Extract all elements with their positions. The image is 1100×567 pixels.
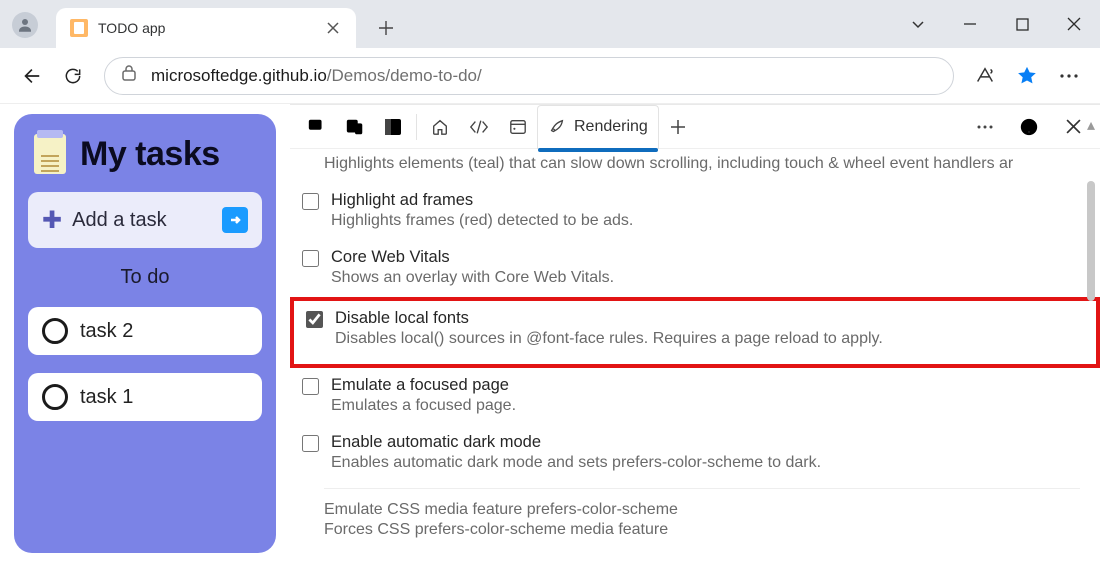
checkbox[interactable]	[302, 250, 319, 267]
option-highlight-ad-frames: Highlight ad frames Highlights frames (r…	[290, 183, 1100, 240]
tab-welcome[interactable]	[421, 105, 459, 149]
notepad-icon	[34, 134, 66, 174]
highlighted-option-box: Disable local fonts Disables local() sou…	[290, 297, 1100, 368]
option-desc: Shows an overlay with Core Web Vitals.	[331, 269, 614, 287]
address-text: microsoftedge.github.io/Demos/demo-to-do…	[151, 66, 482, 86]
favorite-star-icon[interactable]	[1008, 57, 1046, 95]
option-label: Emulate a focused page	[331, 376, 516, 395]
option-label: Highlight ad frames	[331, 191, 633, 210]
site-lock-icon[interactable]	[121, 64, 137, 87]
browser-toolbar: microsoftedge.github.io/Demos/demo-to-do…	[0, 48, 1100, 104]
checkbox[interactable]	[306, 311, 323, 328]
footer-label: Emulate CSS media feature prefers-color-…	[324, 501, 1080, 519]
browser-tab[interactable]: TODO app	[56, 8, 356, 48]
option-enable-auto-dark-mode: Enable automatic dark mode Enables autom…	[290, 425, 1100, 482]
page-content: My tasks ✚ Add a task To do task 2 task …	[0, 104, 290, 567]
task-item[interactable]: task 2	[28, 307, 262, 355]
task-label: task 2	[80, 320, 133, 343]
task-checkbox-icon[interactable]	[42, 384, 68, 410]
window-maximize-button[interactable]	[996, 0, 1048, 48]
option-label: Enable automatic dark mode	[331, 433, 821, 452]
submit-task-button[interactable]	[222, 207, 248, 233]
tab-favicon	[70, 19, 88, 37]
tab-close-icon[interactable]	[324, 19, 342, 37]
rendering-panel: Highlights elements (teal) that can slow…	[290, 149, 1100, 567]
tab-sources[interactable]	[499, 105, 537, 149]
checkbox[interactable]	[302, 378, 319, 395]
dock-side-icon[interactable]	[374, 108, 412, 146]
option-emulate-focused-page: Emulate a focused page Emulates a focuse…	[290, 368, 1100, 425]
new-tab-button[interactable]	[370, 12, 402, 44]
divider	[324, 488, 1080, 489]
todo-app-card: My tasks ✚ Add a task To do task 2 task …	[14, 114, 276, 553]
device-emulation-icon[interactable]	[336, 108, 374, 146]
scroll-thumb[interactable]	[1087, 181, 1095, 301]
devtools-pane: Rendering Highlights elements (teal) tha…	[290, 104, 1100, 567]
tab-rendering-label: Rendering	[574, 118, 648, 136]
devtools-tabbar: Rendering	[290, 105, 1100, 149]
tab-title: TODO app	[98, 20, 165, 36]
option-desc: Emulates a focused page.	[331, 397, 516, 415]
window-controls	[892, 0, 1100, 48]
help-icon[interactable]	[1010, 108, 1048, 146]
browser-menu-button[interactable]	[1050, 57, 1088, 95]
app-title: My tasks	[80, 135, 220, 174]
read-aloud-icon[interactable]	[966, 57, 1004, 95]
footer-desc: Forces CSS prefers-color-scheme media fe…	[324, 521, 1080, 539]
checkbox[interactable]	[302, 193, 319, 210]
back-button[interactable]	[12, 57, 50, 95]
truncated-description: Highlights elements (teal) that can slow…	[290, 153, 1100, 183]
window-minimize-button[interactable]	[944, 0, 996, 48]
option-label: Disable local fonts	[335, 309, 883, 328]
window-close-button[interactable]	[1048, 0, 1100, 48]
tab-actions-button[interactable]	[892, 0, 944, 48]
add-task-input[interactable]: ✚ Add a task	[28, 192, 262, 248]
address-bar[interactable]: microsoftedge.github.io/Demos/demo-to-do…	[104, 57, 954, 95]
option-label: Core Web Vitals	[331, 248, 614, 267]
more-tabs-button[interactable]	[659, 108, 697, 146]
option-desc: Highlights frames (red) detected to be a…	[331, 212, 633, 230]
profile-avatar[interactable]	[12, 12, 38, 38]
tab-rendering[interactable]: Rendering	[537, 105, 659, 149]
section-heading: To do	[28, 266, 262, 289]
devtools-scrollbar[interactable]: ▴	[1085, 119, 1097, 567]
browser-titlebar: TODO app	[0, 0, 1100, 48]
option-desc: Enables automatic dark mode and sets pre…	[331, 454, 821, 472]
emulate-prefers-color-scheme: Emulate CSS media feature prefers-color-…	[290, 495, 1100, 549]
option-desc: Disables local() sources in @font-face r…	[335, 330, 883, 348]
add-task-label: Add a task	[72, 209, 167, 232]
task-label: task 1	[80, 386, 133, 409]
refresh-button[interactable]	[54, 57, 92, 95]
task-item[interactable]: task 1	[28, 373, 262, 421]
option-core-web-vitals: Core Web Vitals Shows an overlay with Co…	[290, 240, 1100, 297]
devtools-menu-button[interactable]	[966, 108, 1004, 146]
option-disable-local-fonts: Disable local fonts Disables local() sou…	[294, 301, 1096, 358]
inspect-element-icon[interactable]	[298, 108, 336, 146]
task-checkbox-icon[interactable]	[42, 318, 68, 344]
tab-elements[interactable]	[459, 105, 499, 149]
plus-icon: ✚	[42, 206, 62, 235]
checkbox[interactable]	[302, 435, 319, 452]
